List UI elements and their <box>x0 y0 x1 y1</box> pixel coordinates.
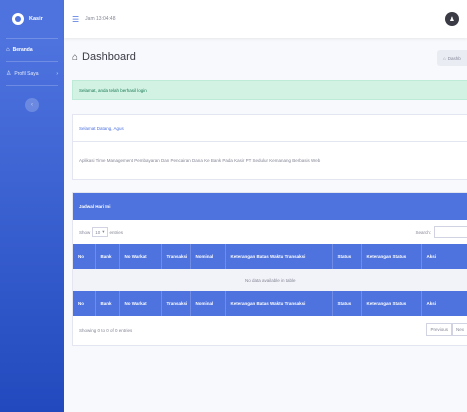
welcome-card-header: Selamat Datang, Agus <box>73 115 467 142</box>
previous-page-button[interactable]: Previous <box>426 323 452 336</box>
column-header-aksi[interactable]: Aksi <box>421 244 467 269</box>
sidebar-item-profil-saya[interactable]: ♙ Profil Saya › <box>0 62 64 85</box>
user-icon: ♙ <box>6 71 12 77</box>
sidebar: Kasir ⌂ Beranda ♙ Profil Saya › ‹ <box>0 0 64 412</box>
column-header-keterangan-batas[interactable]: Keterangan Batas Waktu Transaksi <box>225 244 333 269</box>
sidebar-divider <box>6 85 58 86</box>
column-footer-nominal: Nominal <box>190 291 226 316</box>
search-label: Search: <box>415 229 431 235</box>
home-icon: ⌂ <box>6 47 10 53</box>
avatar[interactable]: ♟ <box>445 12 459 26</box>
next-page-button[interactable]: Nex <box>451 323 467 336</box>
column-footer-aksi: Aksi <box>421 291 467 316</box>
home-icon: ⌂ <box>72 51 79 63</box>
table-footer-row: No Bank No Warkat Transaksi Nominal Kete… <box>73 291 467 316</box>
column-footer-transaksi: Transaksi <box>161 291 191 316</box>
column-header-status[interactable]: Status <box>332 244 362 269</box>
table-info-row: Showing 0 to 0 of 0 entries Previous Nex <box>73 316 467 345</box>
clock-text: Jam 13:04:48 <box>85 16 116 22</box>
sidebar-toggle-button[interactable]: ‹ <box>25 98 39 112</box>
schedule-card-header: Jadwal Hari Ini <box>73 193 467 220</box>
empty-table-message: No data available in table <box>73 269 467 291</box>
column-footer-status: Status <box>332 291 362 316</box>
column-header-nominal[interactable]: Nominal <box>190 244 226 269</box>
column-header-keterangan-status[interactable]: Keterangan Status <box>361 244 422 269</box>
dashboard-button[interactable]: ⌂ Dashb <box>437 50 467 66</box>
page-title: ⌂ Dashboard <box>72 51 136 63</box>
sidebar-brand[interactable]: Kasir <box>0 0 64 38</box>
table-row: No data available in table <box>73 269 467 291</box>
page-heading: ⌂ Dashboard ⌂ Dashb <box>72 38 467 76</box>
pagination: Previous Nex <box>426 323 467 336</box>
column-footer-bank: Bank <box>95 291 120 316</box>
entries-select[interactable]: 10 ▾ <box>92 227 108 237</box>
search-box: Search: <box>415 226 467 238</box>
welcome-card-body: Aplikasi Time Management Pembayaran Dan … <box>79 158 321 163</box>
table-info: Showing 0 to 0 of 0 entries <box>79 328 133 333</box>
page-title-text: Dashboard <box>82 51 136 63</box>
column-footer-no: No <box>73 291 96 316</box>
search-input[interactable] <box>434 226 467 238</box>
table-controls: Show 10 ▾ entries Search: <box>73 220 467 244</box>
home-icon: ⌂ <box>443 55 446 61</box>
column-footer-keterangan-status: Keterangan Status <box>361 291 422 316</box>
column-footer-keterangan-batas: Keterangan Batas Waktu Transaksi <box>225 291 333 316</box>
entries-select-value: 10 <box>95 229 101 235</box>
column-header-no[interactable]: No <box>73 244 96 269</box>
schedule-card: Jadwal Hari Ini Show 10 ▾ entries Search… <box>72 192 467 346</box>
main-content: ⌂ Dashboard ⌂ Dashb Selamat, anda telah … <box>64 38 467 412</box>
sidebar-item-label: Beranda <box>12 47 33 53</box>
sidebar-item-label: Profil Saya <box>14 70 39 77</box>
welcome-card: Selamat Datang, Agus Aplikasi Time Manag… <box>72 114 467 180</box>
column-header-transaksi[interactable]: Transaksi <box>161 244 191 269</box>
topbar: ☰ Jam 13:04:48 ♟ <box>64 0 467 38</box>
table-header-row: No Bank No Warkat Transaksi Nominal Kete… <box>73 244 467 269</box>
brand-name: Kasir <box>29 16 43 22</box>
brand-logo-icon <box>12 13 24 25</box>
dashboard-button-label: Dashb <box>447 55 461 61</box>
sidebar-item-beranda[interactable]: ⌂ Beranda <box>0 39 64 61</box>
show-label: Show <box>79 229 91 235</box>
column-header-no-warkat[interactable]: No Warkat <box>119 244 162 269</box>
schedule-table: No Bank No Warkat Transaksi Nominal Kete… <box>73 244 467 316</box>
chevron-right-icon: › <box>56 70 58 77</box>
column-footer-no-warkat: No Warkat <box>119 291 162 316</box>
chevron-down-icon: ▾ <box>102 229 105 234</box>
column-header-bank[interactable]: Bank <box>95 244 120 269</box>
success-alert: Selamat, anda telah berhasil login <box>72 80 467 100</box>
menu-icon[interactable]: ☰ <box>72 15 79 24</box>
entries-label: entries <box>109 229 124 235</box>
